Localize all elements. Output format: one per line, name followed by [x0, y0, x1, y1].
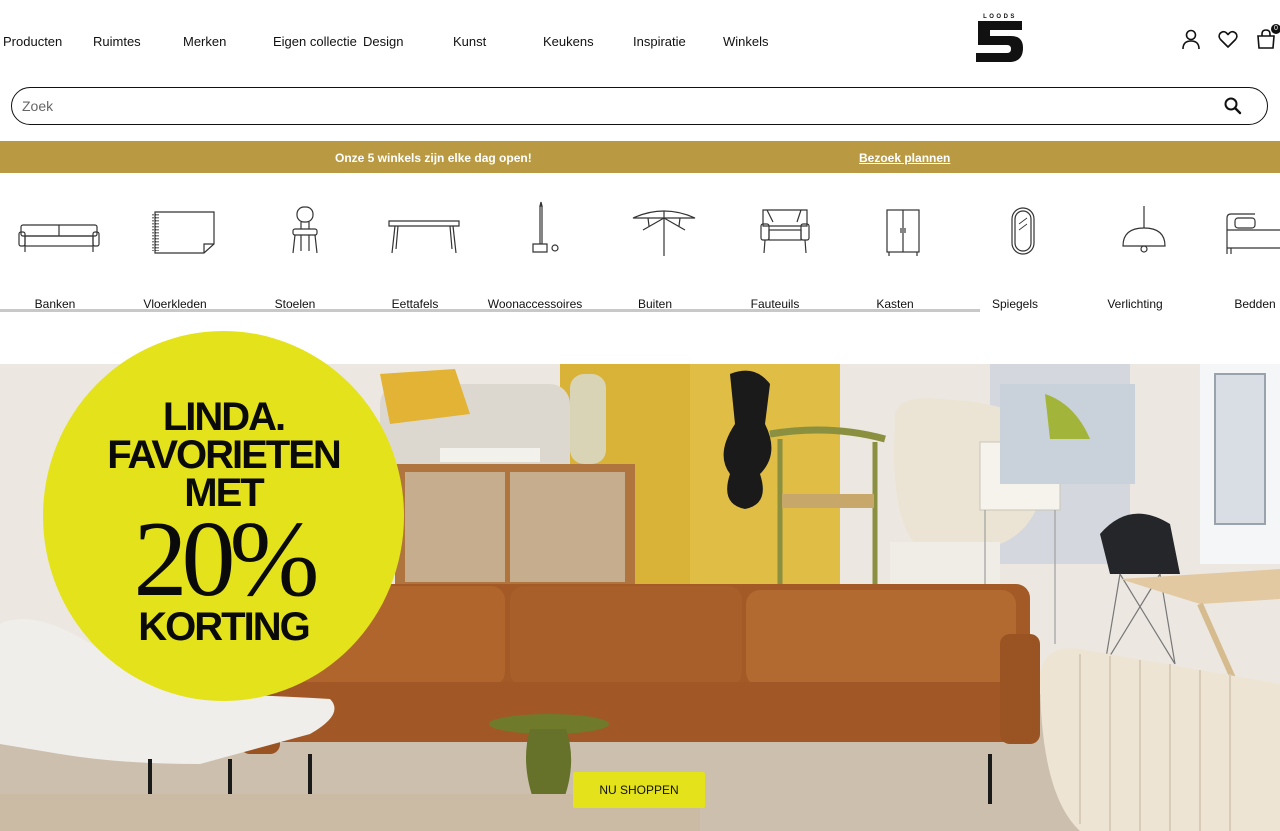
heart-icon[interactable]	[1217, 28, 1239, 50]
nav-item-ruimtes[interactable]: Ruimtes	[93, 34, 141, 49]
promo-line-1: LINDA.	[162, 395, 286, 439]
category-spiegels[interactable]: Spiegels	[955, 198, 1075, 311]
shop-now-button[interactable]: NU SHOPPEN	[573, 772, 705, 808]
loods5-logo[interactable]: LOODS	[973, 12, 1027, 64]
announcement-text: Onze 5 winkels zijn elke dag open!	[335, 151, 532, 165]
promo-percent: 20%	[133, 500, 320, 619]
armchair-icon	[760, 209, 810, 254]
category-buiten[interactable]: Buiten	[595, 198, 715, 311]
chair-icon	[292, 206, 318, 254]
category-fauteuils[interactable]: Fauteuils	[715, 198, 835, 311]
category-label: Verlichting	[1107, 297, 1163, 311]
category-stoelen[interactable]: Stoelen	[235, 198, 355, 311]
category-bedden[interactable]: Bedden	[1195, 198, 1280, 311]
nav-item-winkels[interactable]: Winkels	[723, 34, 769, 49]
bed-icon	[1226, 213, 1280, 254]
nav-item-inspiratie[interactable]: Inspiratie	[633, 34, 686, 49]
promo-text: LINDA. FAVORIETEN MET 20% KORTING	[43, 395, 404, 649]
mirror-icon	[1011, 207, 1035, 255]
nav-item-kunst[interactable]: Kunst	[453, 34, 486, 49]
visit-plan-link[interactable]: Bezoek plannen	[859, 151, 950, 165]
category-kasten[interactable]: Kasten	[835, 198, 955, 311]
bag-icon[interactable]: 0	[1255, 24, 1280, 50]
search-bar	[11, 87, 1268, 125]
cart-count-badge: 0	[1271, 24, 1280, 34]
category-label: Bedden	[1234, 297, 1276, 311]
nav-item-design[interactable]: Design	[363, 34, 403, 49]
sofa-icon	[18, 224, 100, 252]
cabinet-icon	[886, 209, 920, 256]
nav-item-producten[interactable]: Producten	[3, 34, 62, 49]
rug-icon	[152, 211, 215, 254]
nav-item-merken[interactable]: Merken	[183, 34, 226, 49]
announcement-bar: Onze 5 winkels zijn elke dag open! Bezoe…	[0, 141, 1280, 173]
nav-item-keukens[interactable]: Keukens	[543, 34, 594, 49]
search-icon[interactable]	[1223, 96, 1243, 116]
header-icons: 0	[1180, 24, 1280, 50]
category-vloerkleden[interactable]: Vloerkleden	[115, 198, 235, 311]
search-input[interactable]	[22, 88, 1202, 123]
top-navigation: Producten Ruimtes Merken Eigen collectie…	[0, 0, 1280, 80]
parasol-icon	[632, 210, 696, 256]
nav-item-eigen-collectie[interactable]: Eigen collectie	[273, 34, 357, 49]
carousel-scrollbar[interactable]	[0, 309, 980, 312]
category-verlichting[interactable]: Verlichting	[1075, 198, 1195, 311]
logo-text: LOODS	[983, 14, 1017, 20]
promo-line-4: KORTING	[138, 605, 310, 649]
promo-line-2: FAVORIETEN	[107, 433, 342, 477]
candle-icon	[532, 201, 559, 253]
table-icon	[388, 220, 460, 254]
category-eettafels[interactable]: Eettafels	[355, 198, 475, 311]
lamp-icon	[1122, 206, 1166, 253]
category-banken[interactable]: Banken	[0, 198, 115, 311]
user-icon[interactable]	[1180, 28, 1202, 50]
category-carousel: Banken Vloerkleden Stoelen Eettafels Woo…	[0, 173, 1280, 313]
category-woonaccessoires[interactable]: Woonaccessoires	[475, 198, 595, 311]
